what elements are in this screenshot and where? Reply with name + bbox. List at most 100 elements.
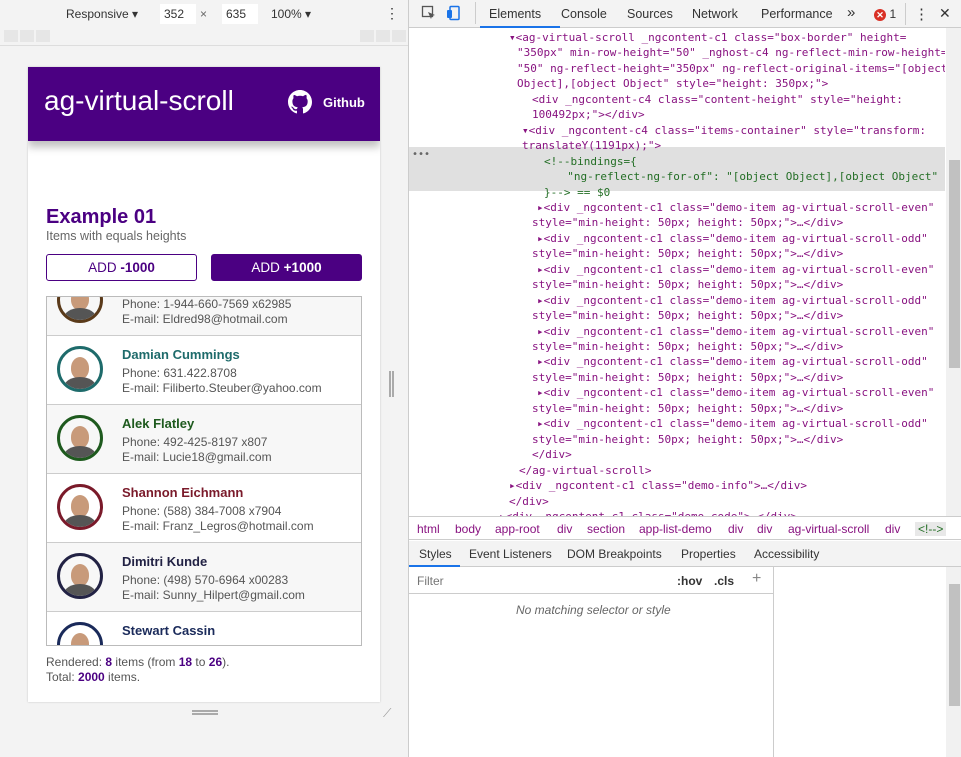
breadcrumb-item[interactable]: html	[417, 522, 440, 536]
dom-node-line[interactable]: ▸<div _ngcontent-c1 class="demo-item ag-…	[537, 354, 928, 369]
toolbar-divider	[905, 3, 906, 25]
media-query-ruler[interactable]	[0, 28, 408, 46]
styles-scroll-thumb[interactable]	[949, 584, 960, 706]
error-icon: ✕	[874, 9, 886, 21]
dom-node-line[interactable]: ▾<div _ngcontent-c4 class="items-contain…	[522, 123, 926, 138]
breadcrumb-item[interactable]: app-root	[495, 522, 540, 536]
breadcrumb-item[interactable]: div	[757, 522, 772, 536]
dom-node-line[interactable]: ▸<div _ngcontent-c1 class="demo-code">…<…	[499, 509, 797, 516]
styles-active-indicator	[409, 565, 460, 567]
list-item: Stewart Cassin	[47, 612, 361, 645]
dom-node-line[interactable]: "50" ng-reflect-height="350px" ng-reflec…	[517, 61, 945, 76]
item-phone: Phone: 1-944-660-7569 x62985	[122, 297, 292, 311]
tab-console[interactable]: Console	[561, 7, 607, 21]
button-label-prefix: ADD	[88, 260, 121, 275]
dom-node-line[interactable]: ▸<div _ngcontent-c1 class="demo-item ag-…	[537, 262, 934, 277]
dom-node-line[interactable]: style="min-height: 50px; height: 50px;">…	[532, 401, 843, 416]
dom-node-line[interactable]: style="min-height: 50px; height: 50px;">…	[532, 432, 843, 447]
dom-node-line[interactable]: ▸<div _ngcontent-c1 class="demo-item ag-…	[537, 385, 934, 400]
dom-node-line[interactable]: "350px" min-row-height="50" _nghost-c4 n…	[517, 45, 945, 60]
dom-node-line[interactable]: ▸<div _ngcontent-c1 class="demo-item ag-…	[537, 231, 928, 246]
dom-node-line[interactable]: style="min-height: 50px; height: 50px;">…	[532, 339, 843, 354]
add-minus-1000-button[interactable]: ADD -1000	[46, 254, 197, 281]
item-name: Shannon Eichmann	[122, 485, 244, 500]
rendered-line: Rendered: 8 items (from 18 to 26).	[46, 655, 229, 670]
zoom-label: 100%	[271, 7, 302, 21]
add-plus-1000-button[interactable]: ADD +1000	[211, 254, 362, 281]
breadcrumb-item[interactable]: <!-->	[915, 522, 947, 536]
cls-toggle[interactable]: .cls	[714, 574, 734, 588]
dom-node-line[interactable]: style="min-height: 50px; height: 50px;">…	[532, 308, 843, 323]
dom-node-line[interactable]: style="min-height: 50px; height: 50px;">…	[532, 277, 843, 292]
dom-node-line[interactable]: </div>	[509, 494, 549, 509]
dom-node-line[interactable]: Object],[object Object" style="height: 3…	[517, 76, 828, 91]
dom-node-line[interactable]: style="min-height: 50px; height: 50px;">…	[532, 246, 843, 261]
tab-network[interactable]: Network	[692, 7, 738, 21]
dom-node-line[interactable]: </div>	[532, 447, 572, 462]
devtools-tab-bar: Elements Console Sources Network Perform…	[409, 0, 961, 28]
ruler-segment	[20, 30, 34, 42]
dom-node-line[interactable]: style="min-height: 50px; height: 50px;">…	[532, 215, 843, 230]
total-label: Total:	[46, 670, 79, 684]
resize-handle-right[interactable]	[389, 371, 394, 397]
dom-node-line[interactable]: ▸<div _ngcontent-c1 class="demo-item ag-…	[537, 324, 934, 339]
dom-node-line[interactable]: }--> == $0	[544, 185, 610, 200]
device-mode-select[interactable]: Responsive ▾	[66, 7, 138, 21]
breadcrumb-item[interactable]: ag-virtual-scroll	[788, 522, 869, 536]
tab-performance[interactable]: Performance	[761, 7, 833, 21]
error-badge[interactable]: ✕ 1	[874, 7, 896, 21]
zoom-select[interactable]: 100% ▾	[271, 7, 311, 21]
breadcrumb-item[interactable]: div	[557, 522, 572, 536]
breadcrumb-item[interactable]: body	[455, 522, 481, 536]
dom-node-line[interactable]: ▸<div _ngcontent-c1 class="demo-item ag-…	[537, 293, 928, 308]
avatar-body	[64, 584, 96, 596]
styles-filter-input[interactable]	[413, 571, 665, 591]
dimension-separator: ×	[200, 7, 208, 21]
breadcrumb-item[interactable]: section	[587, 522, 625, 536]
dom-node-line[interactable]: style="min-height: 50px; height: 50px;">…	[532, 370, 843, 385]
breadcrumb-item[interactable]: div	[885, 522, 900, 536]
tab-sources[interactable]: Sources	[627, 7, 673, 21]
inspect-element-icon[interactable]	[421, 5, 437, 24]
node-actions-icon[interactable]: •••	[412, 149, 430, 160]
close-devtools-icon[interactable]: ✕	[939, 5, 951, 22]
new-style-rule-icon[interactable]: +	[752, 570, 761, 588]
styles-pane-divider[interactable]	[773, 567, 774, 757]
dom-node-line[interactable]: "ng-reflect-ng-for-of": "[object Object]…	[554, 169, 938, 184]
tab-dom-breakpoints[interactable]: DOM Breakpoints	[567, 547, 662, 561]
tab-styles[interactable]: Styles	[419, 547, 452, 561]
dom-node-line[interactable]: <!--bindings={	[544, 154, 637, 169]
dom-node-line[interactable]: <div _ngcontent-c4 class="content-height…	[532, 92, 903, 107]
virtual-scroll-list[interactable]: Phone: 1-944-660-7569 x62985 E-mail: Eldr…	[46, 296, 362, 646]
width-input[interactable]: 352	[160, 4, 196, 24]
resize-handle-bottom[interactable]	[192, 710, 218, 715]
tab-properties[interactable]: Properties	[681, 547, 736, 561]
dom-node-line[interactable]: 100492px;"></div>	[532, 107, 645, 122]
elements-scroll-thumb[interactable]	[949, 160, 960, 368]
github-link[interactable]: Github	[288, 90, 365, 114]
elements-tree[interactable]: ••• ▾<ag-virtual-scroll _ngcontent-c1 cl…	[409, 28, 945, 516]
avatar	[57, 622, 103, 645]
dom-node-line[interactable]: ▸<div _ngcontent-c1 class="demo-item ag-…	[537, 200, 934, 215]
dom-node-line[interactable]: </ag-virtual-scroll>	[519, 463, 651, 478]
list-item: Damian Cummings Phone: 631.422.8708 E-mail…	[47, 336, 361, 405]
height-input[interactable]: 635	[222, 4, 258, 24]
device-toolbar-toggle-icon[interactable]	[446, 5, 462, 24]
hov-toggle[interactable]: :hov	[677, 574, 702, 588]
dom-node-line[interactable]: ▾<ag-virtual-scroll _ngcontent-c1 class=…	[509, 30, 906, 45]
resize-corner-icon[interactable]: ⟋	[383, 706, 391, 721]
avatar-body	[64, 446, 96, 458]
tab-event-listeners[interactable]: Event Listeners	[469, 547, 552, 561]
devtools-menu-icon[interactable]: ⋮	[914, 5, 929, 23]
tab-accessibility[interactable]: Accessibility	[754, 547, 819, 561]
tab-elements[interactable]: Elements	[489, 7, 541, 21]
dom-node-line[interactable]: ▸<div _ngcontent-c1 class="demo-info">…<…	[509, 478, 807, 493]
dom-node-line[interactable]: translateY(1191px);">	[522, 138, 661, 153]
dom-node-line[interactable]: ▸<div _ngcontent-c1 class="demo-item ag-…	[537, 416, 928, 431]
breadcrumb-item[interactable]: div	[728, 522, 743, 536]
more-options-icon[interactable]: ⋮	[385, 5, 399, 22]
item-email: E-mail: Lucie18@gmail.com	[122, 450, 272, 464]
toolbar-divider	[475, 2, 476, 24]
breadcrumb-item[interactable]: app-list-demo	[639, 522, 712, 536]
more-tabs-icon[interactable]: »	[847, 4, 855, 21]
